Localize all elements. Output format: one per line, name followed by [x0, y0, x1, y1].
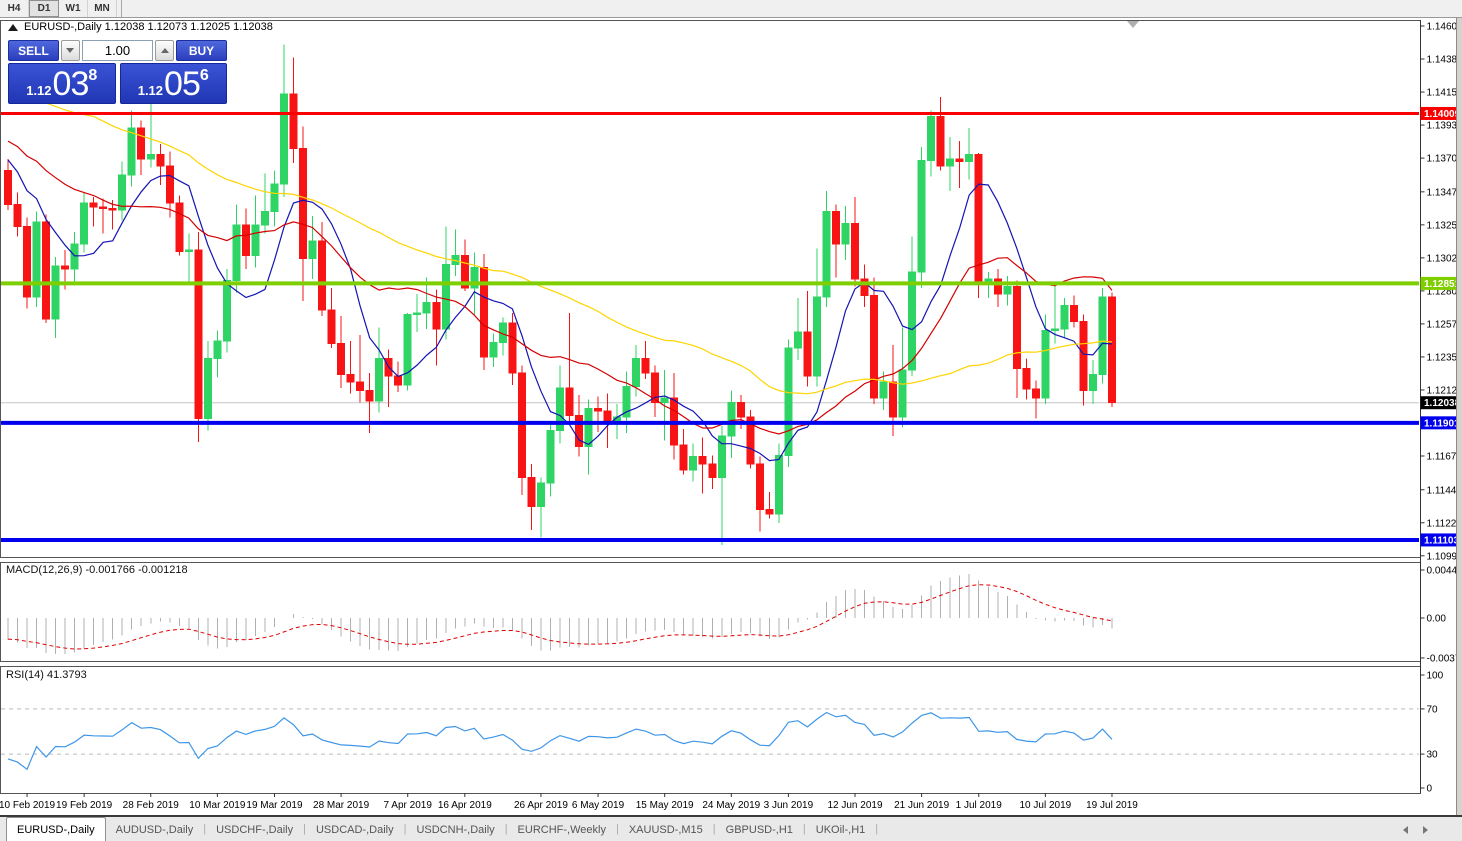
symbol-collapse-icon[interactable]	[8, 23, 18, 31]
one-click-trade-panel: SELL 1.00 BUY 1.12 03 8 1.12 05 6	[8, 40, 228, 104]
tab-usdcad-daily[interactable]: USDCAD-,Daily	[306, 819, 404, 841]
trading-terminal-window: 1.14605 1.14380 1.14155 1.13930 1.13705 1.134…	[0, 0, 1462, 841]
date-label: 16 Apr 2019	[438, 800, 492, 811]
date-label: 19 Feb 2019	[56, 800, 113, 811]
date-label: 21 Jun 2019	[894, 800, 949, 811]
macd-label: MACD(12,26,9) -0.001766 -0.001218	[6, 564, 188, 576]
symbol-tab-bar: EURUSD-,Daily AUDUSD-,Daily | USDCHF-,Da…	[0, 815, 1462, 841]
toolbar-separator	[121, 0, 122, 17]
chart-canvas: 1.146051.143801.141551.139301.137051.134…	[0, 20, 1462, 811]
date-label: 24 May 2019	[702, 800, 760, 811]
sell-price-pipette: 8	[88, 67, 98, 84]
svg-text:1.11103: 1.11103	[1424, 535, 1459, 546]
tab-audusd-daily[interactable]: AUDUSD-,Daily	[106, 819, 204, 841]
date-label: 19 Mar 2019	[246, 800, 303, 811]
tab-usdchf-daily[interactable]: USDCHF-,Daily	[206, 819, 303, 841]
buy-price-big: 05	[164, 64, 201, 103]
date-label: 3 Jun 2019	[764, 800, 814, 811]
tabs-scroll-right-button[interactable]	[1418, 823, 1432, 837]
tabs-scroll-left-button[interactable]	[1398, 823, 1412, 837]
svg-text:70: 70	[1427, 704, 1439, 715]
svg-text:0.00: 0.00	[1427, 614, 1447, 625]
date-label: 7 Apr 2019	[384, 800, 433, 811]
volume-input[interactable]: 1.00	[81, 40, 154, 61]
timeframe-button-mn[interactable]: MN	[88, 0, 117, 17]
svg-text:30: 30	[1427, 750, 1439, 761]
date-label: 6 May 2019	[572, 800, 625, 811]
date-label: 26 Apr 2019	[514, 800, 568, 811]
tab-xauusd-m15[interactable]: XAUUSD-,M15	[619, 819, 713, 841]
date-label: 10 Feb 2019	[0, 800, 56, 811]
timeframe-toolbar: H4 D1 W1 MN	[0, 0, 1462, 18]
buy-button[interactable]: BUY	[175, 40, 228, 61]
sell-price-prefix: 1.12	[26, 83, 52, 98]
buy-price-prefix: 1.12	[137, 83, 164, 98]
arrow-up-icon	[160, 48, 169, 53]
volume-decrease-button[interactable]	[61, 40, 80, 61]
sell-price-panel[interactable]: 1.12 03 8	[8, 63, 116, 104]
window-right-edge	[1456, 18, 1462, 815]
svg-text:1.11901: 1.11901	[1424, 418, 1460, 429]
arrow-down-icon	[66, 48, 75, 53]
svg-text:0: 0	[1427, 784, 1433, 795]
rsi-label: RSI(14) 41.3793	[6, 669, 87, 681]
timeframe-button-d1[interactable]: D1	[29, 0, 59, 17]
timeframe-button-h4[interactable]: H4	[0, 0, 29, 17]
buy-price-panel[interactable]: 1.12 05 6	[119, 63, 227, 104]
chart-title: EURUSD-,Daily 1.12038 1.12073 1.12025 1.…	[8, 21, 273, 33]
tab-eurusd-daily[interactable]: EURUSD-,Daily	[6, 817, 106, 841]
date-label: 19 Jul 2019	[1086, 800, 1138, 811]
date-label: 10 Jul 2019	[1019, 800, 1071, 811]
date-label: 28 Feb 2019	[123, 800, 180, 811]
svg-text:100: 100	[1427, 671, 1444, 682]
volume-increase-button[interactable]	[155, 40, 174, 61]
tab-ukoil-h1[interactable]: UKOil-,H1	[806, 819, 876, 841]
sell-button[interactable]: SELL	[8, 40, 60, 61]
chart-shift-marker-icon[interactable]	[1127, 21, 1139, 28]
tab-gbpusd-h1[interactable]: GBPUSD-,H1	[716, 819, 803, 841]
date-label: 1 Jul 2019	[956, 800, 1003, 811]
chevron-right-icon	[1422, 826, 1428, 834]
date-label: 12 Jun 2019	[827, 800, 882, 811]
date-label: 10 Mar 2019	[189, 800, 246, 811]
chart-title-text: EURUSD-,Daily 1.12038 1.12073 1.12025 1.…	[24, 21, 273, 33]
date-label: 28 Mar 2019	[313, 800, 370, 811]
tab-separator: |	[875, 823, 879, 835]
chevron-left-icon	[1402, 826, 1408, 834]
sell-price-big: 03	[52, 64, 90, 103]
tab-usdcnh-daily[interactable]: USDCNH-,Daily	[406, 819, 504, 841]
timeframe-button-w1[interactable]: W1	[59, 0, 88, 17]
tab-eurchf-weekly[interactable]: EURCHF-,Weekly	[508, 819, 616, 841]
date-label: 15 May 2019	[636, 800, 694, 811]
buy-price-pipette: 6	[199, 67, 209, 84]
